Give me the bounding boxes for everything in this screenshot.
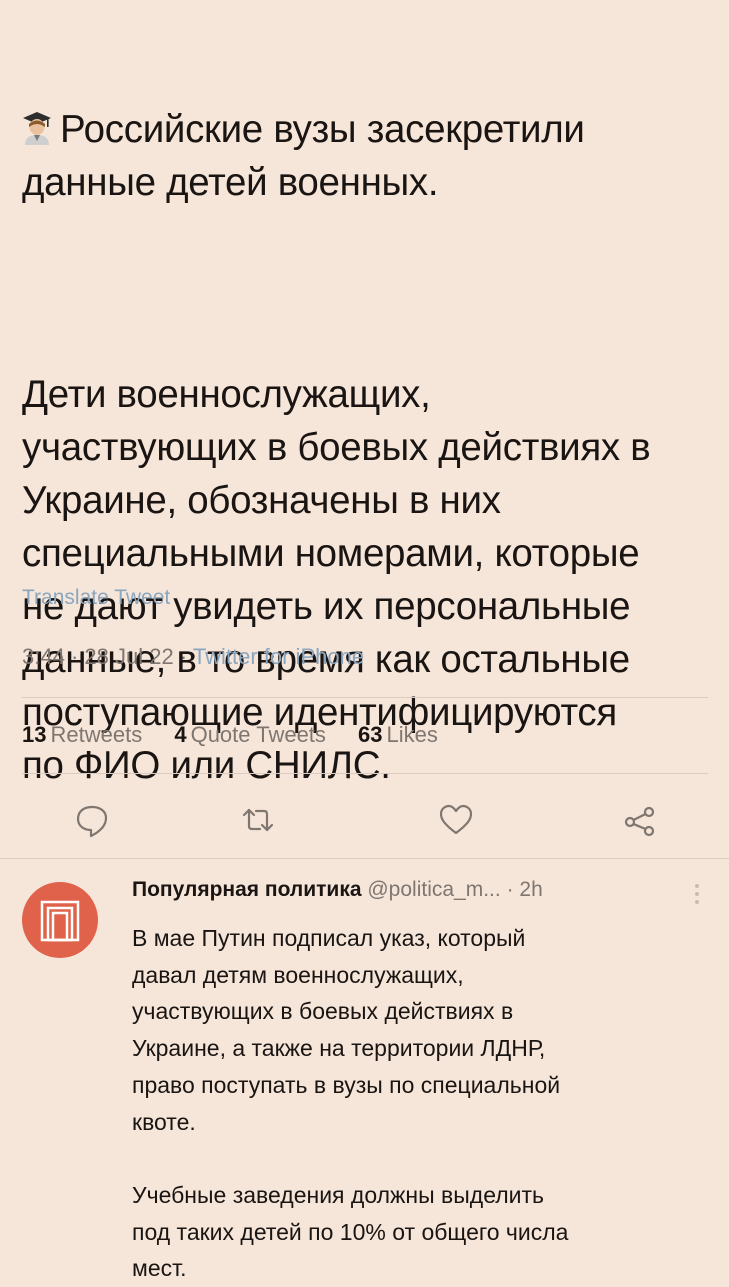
avatar[interactable] <box>22 882 98 958</box>
share-icon[interactable] <box>620 800 660 840</box>
tweet-meta: 3:44 · 28 Jul 22 · Twitter for iPhone <box>22 644 364 670</box>
tweet-source-link[interactable]: Twitter for iPhone <box>193 644 364 669</box>
reply-author-handle[interactable]: @politica_m... <box>367 878 500 901</box>
meta-separator: · <box>70 644 85 669</box>
reply-icon[interactable] <box>72 800 112 840</box>
tweet-date: 28 Jul 22 <box>84 644 174 669</box>
heart-icon[interactable] <box>436 800 476 840</box>
reply-time: · 2h <box>506 878 543 901</box>
tweet-time: 3:44 <box>22 644 65 669</box>
meta-separator: · <box>179 644 193 669</box>
divider <box>22 697 708 698</box>
reply-header: Популярная политика @politica_m... · 2h <box>132 878 543 902</box>
more-options-icon[interactable] <box>692 880 702 910</box>
tweet-stats: 13 Retweets 4 Quote Tweets 63 Likes <box>22 722 464 748</box>
likes-stat[interactable]: 63 Likes <box>358 722 438 747</box>
translate-tweet-link[interactable]: Translate Tweet <box>22 586 170 610</box>
student-emoji-icon <box>22 53 52 145</box>
reply-author-name[interactable]: Популярная политика <box>132 878 362 901</box>
tweet-text: Российские вузы засекретили данные детей… <box>22 0 712 845</box>
section-divider <box>0 858 729 859</box>
retweets-stat[interactable]: 13 Retweets <box>22 722 142 747</box>
retweet-icon[interactable] <box>238 800 278 840</box>
divider <box>22 773 708 774</box>
tweet-headline: Российские вузы засекретили данные детей… <box>22 53 712 209</box>
quote-tweets-stat[interactable]: 4 Quote Tweets <box>174 722 326 747</box>
reply-text: В мае Путин подписал указ, который давал… <box>132 925 569 1282</box>
